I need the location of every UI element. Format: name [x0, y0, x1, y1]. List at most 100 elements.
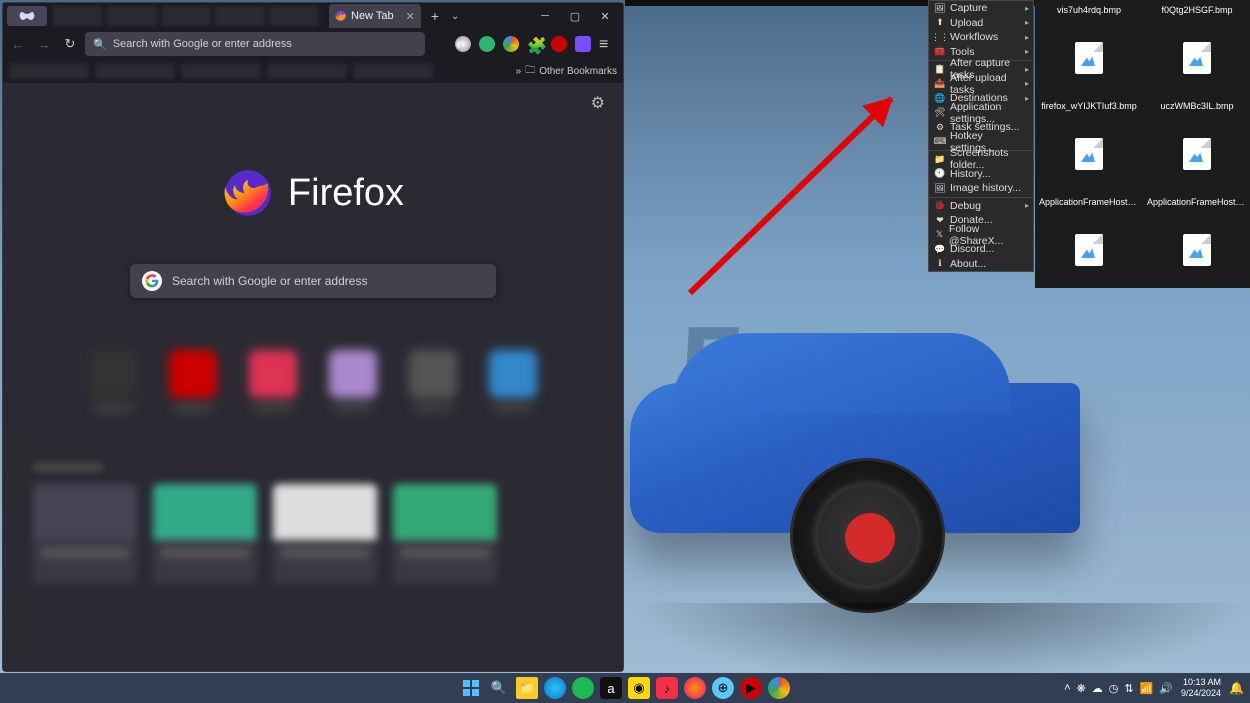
thumbnail-cell[interactable]: uczWMBc3IL.bmp	[1143, 96, 1250, 192]
bookmark-item-blurred[interactable]	[95, 63, 175, 79]
tray-app-icon[interactable]: ❋	[1077, 682, 1086, 695]
extension-icon[interactable]	[551, 36, 567, 52]
start-button[interactable]	[460, 677, 482, 699]
forward-button[interactable]: →	[33, 33, 55, 55]
tab-blurred[interactable]	[161, 6, 211, 26]
volume-icon[interactable]: 🔊	[1159, 682, 1173, 695]
menu-item[interactable]: 💬 Discord...	[929, 242, 1033, 257]
bookmark-item-blurred[interactable]	[181, 63, 261, 79]
edge-icon[interactable]	[544, 677, 566, 699]
notifications-icon[interactable]: 🔔	[1229, 681, 1244, 695]
menu-item[interactable]: 📁Screenshots folder...	[929, 152, 1033, 167]
menu-item[interactable]: ℹAbout...	[929, 257, 1033, 272]
top-site-tile[interactable]	[165, 350, 221, 422]
menu-item[interactable]: ⋮⋮Workflows	[929, 30, 1033, 45]
firefox-logo-icon	[222, 167, 274, 219]
spotify-icon[interactable]	[572, 677, 594, 699]
app-menu-button[interactable]: ≡	[599, 36, 615, 52]
bookmark-item-blurred[interactable]	[353, 63, 433, 79]
bookmark-item-blurred[interactable]	[9, 63, 89, 79]
extension-icon[interactable]	[503, 36, 519, 52]
other-bookmarks-button[interactable]: Other Bookmarks	[539, 66, 617, 77]
content-card[interactable]	[393, 484, 497, 584]
menu-item-label: Debug	[950, 200, 981, 212]
menu-item[interactable]: 𝕏Follow @ShareX...	[929, 228, 1033, 243]
content-card[interactable]	[153, 484, 257, 584]
thumbnail-image-icon	[1075, 138, 1103, 170]
thumbnail-cell[interactable]: vis7uh4rdq.bmp	[1035, 0, 1143, 96]
maximize-button[interactable]: ▢	[563, 10, 587, 23]
menu-item-icon: 🕘	[935, 169, 945, 179]
menu-item[interactable]: 📤After upload tasks	[929, 77, 1033, 92]
menu-item[interactable]: 🖼Image history...	[929, 181, 1033, 196]
menu-item-icon: 💬	[935, 244, 945, 254]
close-button[interactable]: ✕	[593, 10, 617, 23]
menu-item[interactable]: 🛠Application settings...	[929, 106, 1033, 121]
file-explorer-icon[interactable]: 📁	[516, 677, 538, 699]
thumbnail-cell[interactable]: ApplicationFrameHost_Kd...	[1143, 192, 1250, 288]
tab-blurred[interactable]	[269, 6, 319, 26]
gear-icon[interactable]: ⚙	[591, 93, 605, 113]
extension-icon[interactable]	[479, 36, 495, 52]
menu-item[interactable]: 🐞Debug	[929, 199, 1033, 214]
app-icon[interactable]: ⊕	[712, 677, 734, 699]
bookmarks-toolbar: » 🗀 Other Bookmarks	[3, 59, 623, 83]
new-tab-button[interactable]: +	[431, 8, 439, 24]
tab-blurred[interactable]	[107, 6, 157, 26]
taskbar-clock[interactable]: 10:13 AM 9/24/2024	[1181, 677, 1221, 699]
system-tray[interactable]: ˄ ❋ ☁ ◷ ⇅ 📶 🔊 10:13 AM 9/24/2024 🔔	[1064, 677, 1250, 699]
private-badge-icon[interactable]	[575, 36, 591, 52]
google-icon	[142, 271, 162, 291]
menu-item[interactable]: 🖼Capture	[929, 1, 1033, 16]
thumbnail-filename: vis7uh4rdq.bmp	[1057, 4, 1121, 20]
firefox-titlebar[interactable]: New Tab ✕ + ⌄ ─ ▢ ✕	[3, 3, 623, 29]
active-tab[interactable]: New Tab ✕	[329, 4, 421, 28]
menu-item-label: Workflows	[950, 31, 998, 43]
thumbnail-cell[interactable]: ApplicationFrameHost_Gc...	[1035, 192, 1143, 288]
firefox-icon[interactable]	[684, 677, 706, 699]
bookmark-item-blurred[interactable]	[267, 63, 347, 79]
app-icon[interactable]: a	[600, 677, 622, 699]
menu-item[interactable]: ⬆Upload	[929, 16, 1033, 31]
taskbar[interactable]: 🔍 📁 a ◉ ♪ ⊕ ▶ ˄ ❋ ☁ ◷ ⇅ 📶 🔊 10:13 AM 9/2…	[0, 673, 1250, 703]
sharex-context-menu[interactable]: 🖼Capture⬆Upload⋮⋮Workflows🧰Tools📋After c…	[928, 0, 1034, 272]
show-more-bookmarks-icon[interactable]: »	[516, 66, 522, 77]
wifi-icon[interactable]: 📶	[1140, 682, 1154, 695]
thumbnail-cell[interactable]: f0Qtg2HSGF.bmp	[1143, 0, 1250, 96]
private-browsing-icon[interactable]	[7, 6, 47, 26]
reload-button[interactable]: ↻	[59, 33, 81, 55]
back-button[interactable]: ←	[7, 33, 29, 55]
menu-item-label: Image history...	[950, 182, 1021, 194]
extensions-button[interactable]: 🧩	[527, 36, 543, 52]
app-icon[interactable]: ◉	[628, 677, 650, 699]
menu-item-icon: ⌨	[935, 137, 945, 147]
content-card[interactable]	[273, 484, 377, 584]
extension-icon[interactable]: ◐	[455, 36, 471, 52]
top-site-tile[interactable]	[485, 350, 541, 422]
tabs-dropdown-icon[interactable]: ⌄	[451, 11, 459, 22]
url-bar[interactable]: 🔍 Search with Google or enter address	[85, 32, 425, 56]
tab-blurred[interactable]	[215, 6, 265, 26]
minimize-button[interactable]: ─	[533, 10, 557, 23]
top-site-tile[interactable]	[85, 350, 141, 422]
content-card[interactable]	[33, 484, 137, 584]
tab-blurred[interactable]	[53, 6, 103, 26]
top-site-tile[interactable]	[245, 350, 301, 422]
tray-app-icon[interactable]: ⇅	[1124, 682, 1133, 695]
chrome-icon[interactable]	[768, 677, 790, 699]
onedrive-icon[interactable]: ☁	[1092, 682, 1103, 695]
tab-close-icon[interactable]: ✕	[406, 10, 415, 23]
top-site-tile[interactable]	[405, 350, 461, 422]
music-icon[interactable]: ♪	[656, 677, 678, 699]
tray-app-icon[interactable]: ◷	[1109, 682, 1119, 695]
menu-item-icon: 📋	[935, 64, 945, 74]
app-icon[interactable]: ▶	[740, 677, 762, 699]
menu-item-label: Discord...	[950, 243, 994, 255]
new-tab-search[interactable]: Search with Google or enter address	[130, 264, 496, 298]
top-site-tile[interactable]	[325, 350, 381, 422]
thumbnail-cell[interactable]: firefox_wYIJKTIuf3.bmp	[1035, 96, 1143, 192]
thumbnail-image-icon	[1075, 42, 1103, 74]
tray-chevron-icon[interactable]: ˄	[1064, 682, 1070, 694]
search-button[interactable]: 🔍	[488, 677, 510, 699]
menu-item[interactable]: 🕘History...	[929, 167, 1033, 182]
